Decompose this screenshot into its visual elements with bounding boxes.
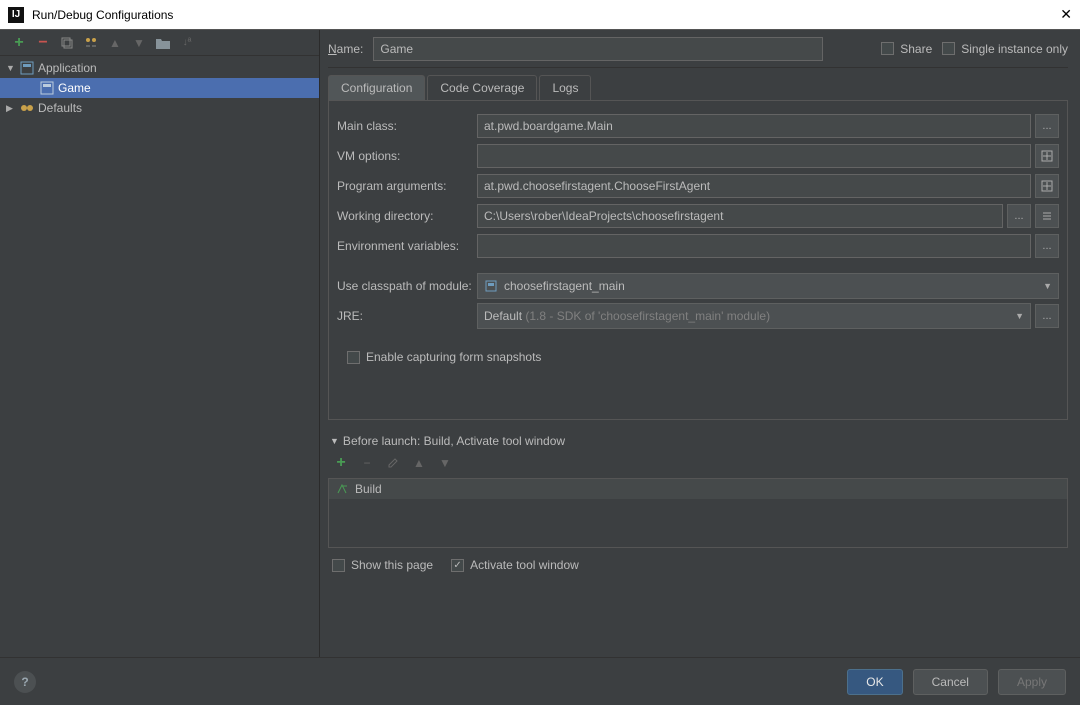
classpath-select[interactable]: choosefirstagent_main ▼ [477, 273, 1059, 299]
vm-options-input[interactable] [477, 144, 1031, 168]
tabs: Configuration Code Coverage Logs [328, 74, 1068, 100]
chevron-down-icon: ▼ [1043, 281, 1052, 291]
before-launch-toolbar: + − ▲ ▼ [328, 448, 1068, 478]
tab-code-coverage[interactable]: Code Coverage [427, 75, 537, 100]
run-config-icon [40, 81, 54, 95]
main-class-label: Main class: [337, 119, 477, 133]
titlebar: IJ Run/Debug Configurations ✕ [0, 0, 1080, 30]
close-icon[interactable]: ✕ [1060, 6, 1072, 23]
program-args-expand-button[interactable] [1035, 174, 1059, 198]
single-instance-checkbox-wrap[interactable]: Single instance only [942, 42, 1068, 56]
program-args-input[interactable] [477, 174, 1031, 198]
bl-add-button[interactable]: + [332, 454, 350, 472]
add-config-button[interactable]: + [10, 34, 28, 52]
vm-options-expand-button[interactable] [1035, 144, 1059, 168]
sort-button[interactable]: ↓ª [178, 34, 196, 52]
bl-up-button[interactable]: ▲ [410, 454, 428, 472]
working-dir-list-button[interactable] [1035, 204, 1059, 228]
env-vars-browse-button[interactable]: ... [1035, 234, 1059, 258]
folder-button[interactable] [154, 34, 172, 52]
apply-button[interactable]: Apply [998, 669, 1066, 695]
edit-defaults-button[interactable] [82, 34, 100, 52]
help-button[interactable]: ? [14, 671, 36, 693]
working-dir-label: Working directory: [337, 209, 477, 223]
enable-snapshots-label: Enable capturing form snapshots [366, 350, 541, 364]
tree-node-defaults[interactable]: ▶ Defaults [0, 98, 319, 118]
jre-browse-button[interactable]: ... [1035, 304, 1059, 328]
show-this-page-checkbox[interactable] [332, 559, 345, 572]
dialog-footer: ? OK Cancel Apply [0, 657, 1080, 705]
classpath-label: Use classpath of module: [337, 279, 477, 293]
share-checkbox-wrap[interactable]: Share [881, 42, 932, 56]
single-instance-checkbox[interactable] [942, 42, 955, 55]
env-vars-input[interactable] [477, 234, 1031, 258]
tab-configuration[interactable]: Configuration [328, 75, 425, 100]
tree-label-defaults: Defaults [38, 101, 82, 115]
configuration-panel: Main class: ... VM options: Program argu… [328, 100, 1068, 420]
left-panel: + − ▲ ▼ ↓ª ▼ [0, 30, 320, 657]
activate-tool-window-checkbox-wrap[interactable]: Activate tool window [451, 558, 579, 572]
activate-tool-window-label: Activate tool window [470, 558, 579, 572]
module-icon [484, 279, 498, 293]
bl-edit-button[interactable] [384, 454, 402, 472]
working-dir-browse-button[interactable]: ... [1007, 204, 1031, 228]
before-launch-title: Before launch: Build, Activate tool wind… [343, 434, 565, 448]
before-launch-header[interactable]: ▼ Before launch: Build, Activate tool wi… [328, 434, 1068, 448]
name-input[interactable] [373, 37, 823, 61]
collapse-icon[interactable]: ▼ [330, 436, 339, 446]
ok-button[interactable]: OK [847, 669, 902, 695]
bl-remove-button[interactable]: − [358, 454, 376, 472]
expand-icon[interactable]: ▼ [6, 63, 16, 73]
enable-snapshots-checkbox[interactable] [347, 351, 360, 364]
right-panel: Name: Share Single instance only Configu… [320, 30, 1080, 657]
bl-down-button[interactable]: ▼ [436, 454, 454, 472]
program-args-label: Program arguments: [337, 179, 477, 193]
copy-config-button[interactable] [58, 34, 76, 52]
tree-node-application[interactable]: ▼ Application [0, 58, 319, 78]
tree-label-game: Game [58, 81, 91, 95]
tab-logs[interactable]: Logs [539, 75, 591, 100]
main-class-browse-button[interactable]: ... [1035, 114, 1059, 138]
build-item-label: Build [355, 482, 382, 496]
config-toolbar: + − ▲ ▼ ↓ª [0, 30, 319, 56]
move-up-button[interactable]: ▲ [106, 34, 124, 52]
vm-options-label: VM options: [337, 149, 477, 163]
tree-label-application: Application [38, 61, 97, 75]
jre-select[interactable]: Default (1.8 - SDK of 'choosefirstagent_… [477, 303, 1031, 329]
jre-suffix: (1.8 - SDK of 'choosefirstagent_main' mo… [522, 309, 770, 323]
enable-snapshots-checkbox-wrap[interactable]: Enable capturing form snapshots [347, 350, 541, 364]
build-icon [335, 482, 349, 496]
name-row: Name: Share Single instance only [328, 30, 1068, 68]
env-vars-label: Environment variables: [337, 239, 477, 253]
working-dir-input[interactable] [477, 204, 1003, 228]
remove-config-button[interactable]: − [34, 34, 52, 52]
tree-node-game[interactable]: Game [0, 78, 319, 98]
share-label: Share [900, 42, 932, 56]
activate-tool-window-checkbox[interactable] [451, 559, 464, 572]
chevron-down-icon: ▼ [1015, 311, 1024, 321]
show-this-page-label: Show this page [351, 558, 433, 572]
config-tree[interactable]: ▼ Application Game ▶ [0, 56, 319, 657]
jre-label: JRE: [337, 309, 477, 323]
list-item[interactable]: Build [329, 479, 1067, 499]
before-launch-list[interactable]: Build [328, 478, 1068, 548]
main-class-input[interactable] [477, 114, 1031, 138]
expand-icon[interactable]: ▶ [6, 103, 16, 114]
window-title: Run/Debug Configurations [32, 8, 173, 22]
single-instance-label: Single instance only [961, 42, 1068, 56]
application-icon [20, 61, 34, 75]
move-down-button[interactable]: ▼ [130, 34, 148, 52]
show-this-page-checkbox-wrap[interactable]: Show this page [332, 558, 433, 572]
name-label: Name: [328, 42, 363, 56]
app-icon: IJ [8, 7, 24, 23]
cancel-button[interactable]: Cancel [913, 669, 988, 695]
defaults-icon [20, 101, 34, 115]
share-checkbox[interactable] [881, 42, 894, 55]
classpath-value: choosefirstagent_main [504, 279, 625, 293]
jre-prefix: Default [484, 309, 522, 323]
